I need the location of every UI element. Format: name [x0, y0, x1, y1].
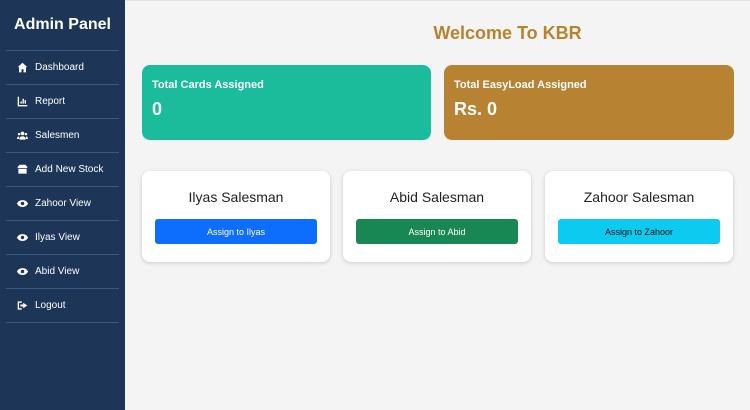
- sidebar-item-dashboard[interactable]: Dashboard: [6, 51, 119, 85]
- assign-ilyas-button[interactable]: Assign to Ilyas: [155, 219, 317, 244]
- salesman-card-zahoor: Zahoor Salesman Assign to Zahoor: [545, 171, 733, 262]
- sidebar-item-add-new-stock[interactable]: Add New Stock: [6, 153, 119, 187]
- home-icon: [16, 62, 28, 74]
- eye-icon: [16, 232, 28, 244]
- eye-icon: [16, 266, 28, 278]
- total-easyload-value: Rs. 0: [454, 99, 498, 119]
- users-icon: [16, 130, 28, 142]
- sidebar-item-abid-view[interactable]: Abid View: [6, 255, 119, 289]
- total-cards-card: Total Cards Assigned 0: [142, 65, 431, 140]
- sidebar-item-label: Zahoor View: [35, 198, 91, 209]
- salesman-card-ilyas: Ilyas Salesman Assign to Ilyas: [142, 171, 330, 262]
- sidebar-item-ilyas-view[interactable]: Ilyas View: [6, 221, 119, 255]
- sidebar-item-label: Abid View: [35, 266, 80, 277]
- sidebar-item-label: Dashboard: [35, 62, 84, 73]
- sidebar-item-report[interactable]: Report: [6, 85, 119, 119]
- sidebar-title: Admin Panel: [14, 16, 111, 33]
- salesman-name: Zahoor Salesman: [583, 189, 695, 205]
- sidebar-item-label: Ilyas View: [35, 232, 80, 243]
- salesman-name: Ilyas Salesman: [188, 189, 284, 205]
- main-content: Welcome To KBR Total Cards Assigned 0 To…: [125, 0, 750, 410]
- page-title: Welcome To KBR: [433, 23, 582, 43]
- total-cards-label: Total Cards Assigned: [152, 79, 264, 91]
- sidebar-item-label: Salesmen: [35, 130, 80, 141]
- box-icon: [16, 164, 28, 176]
- assign-abid-button[interactable]: Assign to Abid: [356, 219, 518, 244]
- eye-icon: [16, 198, 28, 210]
- total-easyload-label: Total EasyLoad Assigned: [454, 79, 587, 91]
- total-cards-value: 0: [152, 99, 163, 119]
- sidebar-item-label: Add New Stock: [35, 164, 104, 175]
- assign-zahoor-button[interactable]: Assign to Zahoor: [558, 219, 720, 244]
- sidebar: Admin Panel Dashboard Report Salesmen Ad…: [0, 0, 125, 410]
- total-easyload-card: Total EasyLoad Assigned Rs. 0: [444, 65, 734, 140]
- salesman-card-abid: Abid Salesman Assign to Abid: [343, 171, 531, 262]
- sidebar-item-zahoor-view[interactable]: Zahoor View: [6, 187, 119, 221]
- sidebar-item-logout[interactable]: Logout: [6, 289, 119, 323]
- sidebar-item-label: Logout: [35, 300, 66, 311]
- sidebar-item-label: Report: [35, 96, 66, 107]
- chart-icon: [16, 96, 28, 108]
- sidebar-item-salesmen[interactable]: Salesmen: [6, 119, 119, 153]
- salesman-name: Abid Salesman: [389, 189, 485, 205]
- logout-icon: [16, 300, 28, 312]
